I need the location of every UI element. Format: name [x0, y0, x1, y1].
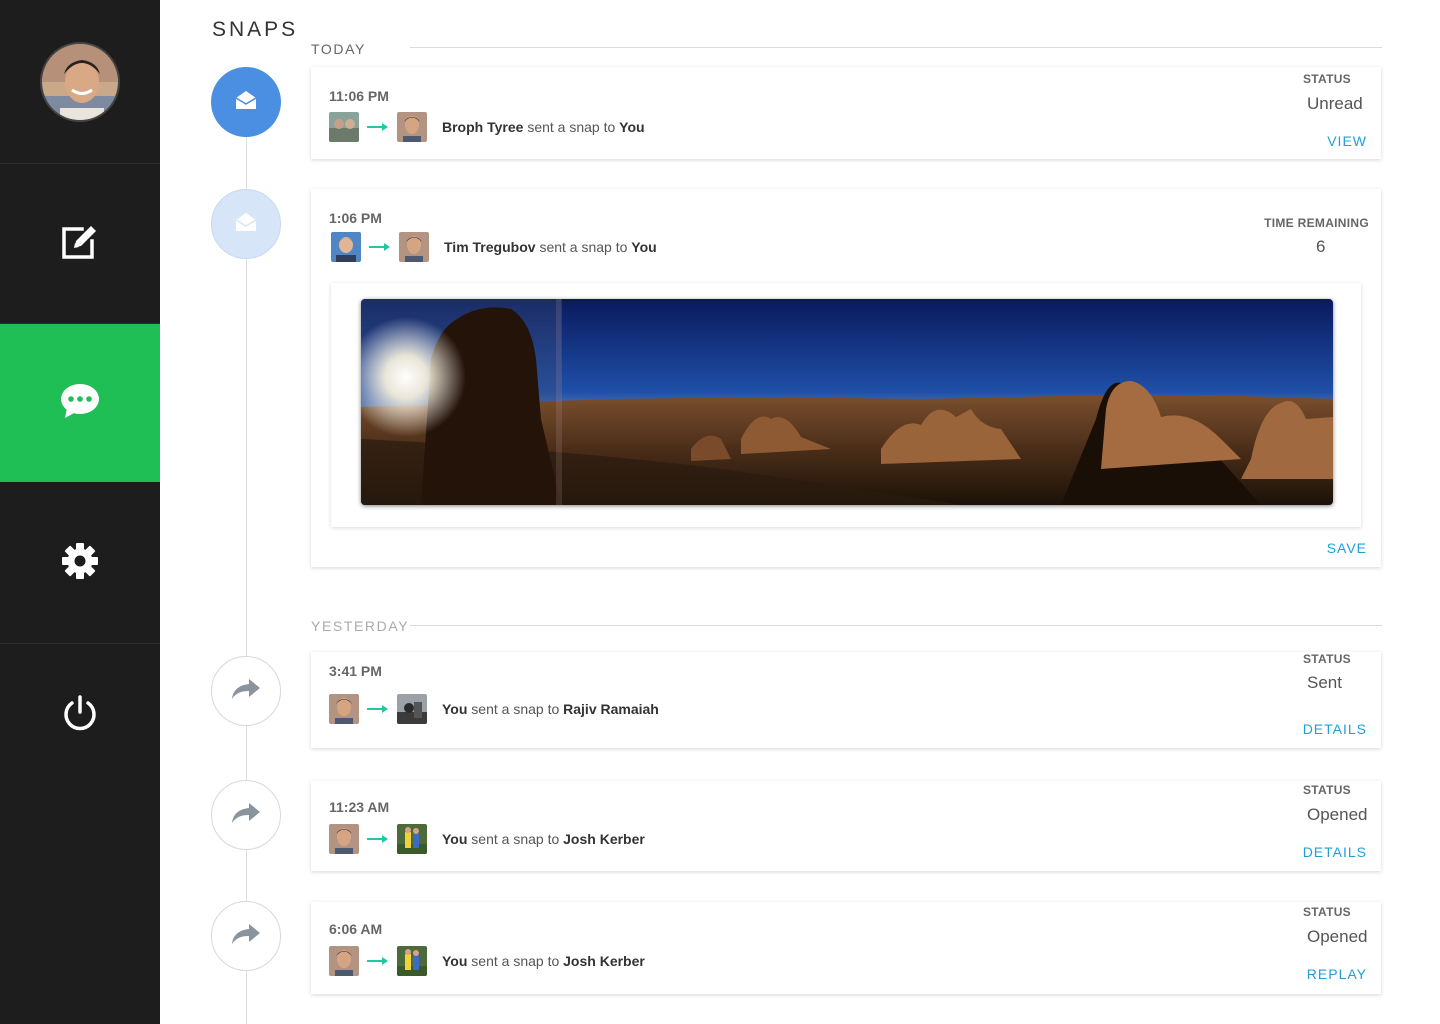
compose-icon — [60, 221, 100, 266]
arrow-icon — [359, 956, 397, 966]
arrow-icon — [359, 834, 397, 844]
recipient-avatar[interactable] — [397, 694, 427, 724]
snap-verb: sent a snap to — [471, 701, 560, 717]
snap-verb: sent a snap to — [471, 953, 560, 969]
power-icon — [62, 694, 98, 737]
gear-icon — [61, 542, 99, 585]
sender-avatar[interactable] — [329, 946, 359, 976]
recipient-avatar[interactable] — [397, 824, 427, 854]
sender-name[interactable]: Broph Tyree — [442, 119, 523, 135]
recipient-name[interactable]: Josh Kerber — [563, 953, 645, 969]
recipient-avatar[interactable] — [397, 112, 427, 142]
details-button[interactable]: DETAILS — [1303, 844, 1367, 860]
sender-avatar[interactable] — [329, 694, 359, 724]
share-arrow-icon — [231, 802, 261, 829]
view-button[interactable]: VIEW — [1327, 133, 1367, 149]
recipient-name[interactable]: You — [631, 239, 656, 255]
timeline-node-pending — [211, 189, 281, 259]
section-divider — [410, 47, 1382, 48]
arrow-icon — [359, 704, 397, 714]
envelope-open-icon — [235, 90, 257, 115]
snap-time: 1:06 PM — [329, 210, 382, 226]
replay-button[interactable]: REPLAY — [1307, 966, 1367, 982]
envelope-open-icon — [235, 212, 257, 237]
snap-message: You sent a snap to Josh Kerber — [442, 831, 645, 847]
time-remaining-value: 6 — [1316, 237, 1326, 256]
snap-flow: You sent a snap to Rajiv Ramaiah — [329, 694, 659, 724]
snap-flow: Broph Tyree sent a snap to You — [329, 112, 645, 142]
snap-flow: Tim Tregubov sent a snap to You — [331, 232, 657, 262]
snap-verb: sent a snap to — [527, 119, 616, 135]
sidebar-item-logout[interactable] — [0, 644, 160, 786]
status-value: Opened — [1307, 805, 1368, 824]
share-arrow-icon — [231, 923, 261, 950]
snap-time: 11:06 PM — [329, 88, 389, 104]
sender-name[interactable]: Tim Tregubov — [444, 239, 536, 255]
snap-card: 11:06 PM Broph Tyree sent a snap to You … — [311, 67, 1381, 159]
user-avatar[interactable] — [40, 41, 120, 122]
snap-card: 6:06 AM You sent a snap to Josh Kerber S… — [311, 902, 1381, 994]
status-value: Sent — [1307, 673, 1342, 692]
snap-message: Tim Tregubov sent a snap to You — [444, 239, 657, 255]
snap-message: Broph Tyree sent a snap to You — [442, 119, 645, 135]
sender-avatar[interactable] — [329, 824, 359, 854]
save-button[interactable]: SAVE — [1327, 540, 1367, 556]
status-label: STATUS — [1302, 783, 1351, 797]
recipient-name[interactable]: Josh Kerber — [563, 831, 645, 847]
sidebar-item-compose[interactable] — [0, 164, 160, 324]
recipient-avatar[interactable] — [397, 946, 427, 976]
sidebar-profile — [0, 0, 160, 164]
section-label-today: TODAY — [311, 41, 366, 57]
status-value: Opened — [1307, 927, 1368, 946]
status-label: STATUS — [1302, 72, 1351, 86]
snap-message: You sent a snap to Josh Kerber — [442, 953, 645, 969]
share-arrow-icon — [231, 678, 261, 705]
snap-time: 3:41 PM — [329, 663, 382, 679]
sender-avatar[interactable] — [329, 112, 359, 142]
details-button[interactable]: DETAILS — [1303, 721, 1367, 737]
snap-photo-frame — [331, 283, 1361, 527]
recipient-avatar[interactable] — [399, 232, 429, 262]
snap-card: 11:23 AM You sent a snap to Josh Kerber … — [311, 781, 1381, 871]
page-title: SNAPS — [212, 18, 299, 41]
sidebar — [0, 0, 160, 1024]
timeline-node-sent — [211, 656, 281, 726]
snap-card: 1:06 PM Tim Tregubov sent a snap to You … — [311, 189, 1381, 567]
snap-verb: sent a snap to — [539, 239, 628, 255]
timeline-line — [246, 130, 247, 1024]
snap-message: You sent a snap to Rajiv Ramaiah — [442, 701, 659, 717]
timeline-node-unread — [211, 67, 281, 137]
snap-time: 11:23 AM — [329, 799, 390, 815]
sender-name[interactable]: You — [442, 701, 467, 717]
section-label-yesterday: YESTERDAY — [311, 618, 410, 634]
sender-name[interactable]: You — [442, 953, 467, 969]
sidebar-item-settings[interactable] — [0, 484, 160, 644]
timeline-node-sent — [211, 901, 281, 971]
recipient-name[interactable]: You — [619, 119, 644, 135]
snap-time: 6:06 AM — [329, 921, 383, 937]
chat-bubble-icon — [59, 382, 101, 425]
recipient-name[interactable]: Rajiv Ramaiah — [563, 701, 659, 717]
snap-card: 3:41 PM You sent a snap to Rajiv Ramaiah… — [311, 652, 1381, 748]
snap-verb: sent a snap to — [471, 831, 560, 847]
snap-flow: You sent a snap to Josh Kerber — [329, 946, 645, 976]
section-divider — [410, 625, 1382, 626]
status-label: STATUS — [1302, 652, 1351, 666]
snap-flow: You sent a snap to Josh Kerber — [329, 824, 645, 854]
status-label: STATUS — [1302, 905, 1351, 919]
arrow-icon — [361, 242, 399, 252]
sender-name[interactable]: You — [442, 831, 467, 847]
timeline-node-sent — [211, 780, 281, 850]
status-value: Unread — [1307, 94, 1363, 113]
status-label: TIME REMAINING — [1264, 216, 1369, 230]
snap-photo[interactable] — [361, 299, 1333, 505]
sender-avatar[interactable] — [331, 232, 361, 262]
sidebar-item-messages[interactable] — [0, 324, 160, 482]
arrow-icon — [359, 122, 397, 132]
